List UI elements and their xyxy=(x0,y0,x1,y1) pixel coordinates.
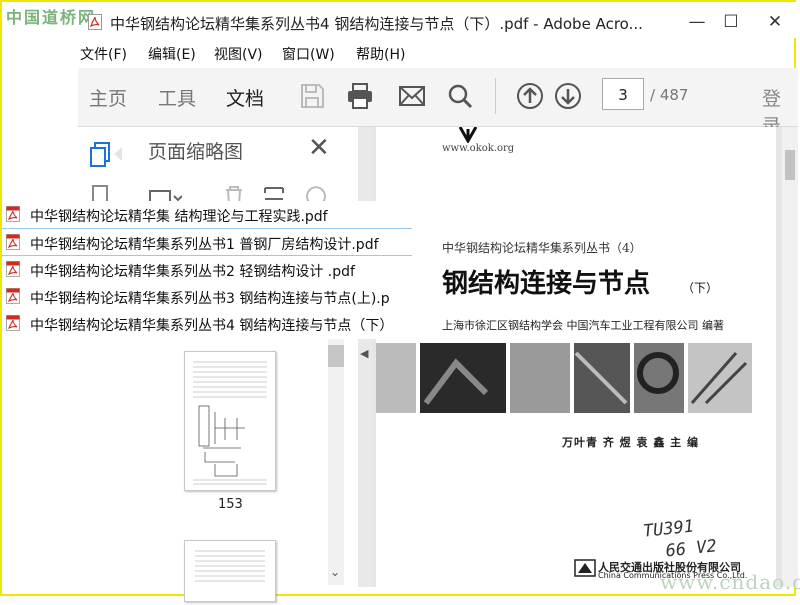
file-item[interactable]: 中华钢结构论坛精华集系列丛书1 普钢厂房结构设计.pdf xyxy=(2,228,412,256)
page-thumbnail[interactable] xyxy=(184,540,276,602)
file-list: 中华钢结构论坛精华集 结构理论与工程实践.pdf 中华钢结构论坛精华集系列丛书1… xyxy=(2,201,412,339)
save-icon[interactable] xyxy=(296,80,328,112)
document-view[interactable]: www.okok.org 中华钢结构论坛精华集系列丛书（4） 钢结构连接与节点 … xyxy=(372,127,798,587)
maximize-button[interactable]: ☐ xyxy=(716,8,746,36)
publisher-logo xyxy=(574,559,596,577)
search-icon[interactable] xyxy=(444,80,476,112)
pdf-file-icon xyxy=(6,234,20,250)
thumbnails-panel: 页面缩略图 ✕ 153 ⌄ xyxy=(122,127,359,602)
pdf-file-icon xyxy=(6,261,20,277)
page-thumbnail[interactable] xyxy=(184,351,276,491)
thumbnail-scroll-thumb[interactable] xyxy=(328,345,344,367)
document-series: 中华钢结构论坛精华集系列丛书（4） xyxy=(442,241,642,255)
document-page: www.okok.org 中华钢结构论坛精华集系列丛书（4） 钢结构连接与节点 … xyxy=(376,127,776,587)
menu-window[interactable]: 窗口(W) xyxy=(282,44,335,64)
title-bar: 中国道桥网 中华钢结构论坛精华集系列丛书4 钢结构连接与节点（下）.pdf - … xyxy=(2,2,798,38)
document-title-suffix: （下） xyxy=(682,281,719,295)
minimize-button[interactable]: — xyxy=(682,8,712,36)
left-icon-rail xyxy=(78,127,123,587)
mail-icon[interactable] xyxy=(396,80,428,112)
cover-photo-strip xyxy=(376,343,752,413)
file-item[interactable]: 中华钢结构论坛精华集系列丛书3 钢结构连接与节点(上).p xyxy=(2,283,412,309)
thumbnail-drawing xyxy=(193,361,267,485)
pdf-file-icon xyxy=(6,288,20,304)
logo-mark xyxy=(458,127,478,143)
toolbar: 主页 工具 文档 3 / 487 登录 xyxy=(78,68,798,137)
pdf-file-icon xyxy=(6,206,20,222)
close-button[interactable]: ✕ xyxy=(760,8,790,36)
pdf-file-icon xyxy=(6,315,20,331)
file-name: 中华钢结构论坛精华集系列丛书2 轻钢结构设计 .pdf xyxy=(30,264,355,280)
file-item[interactable]: 中华钢结构论坛精华集系列丛书4 钢结构连接与节点（下） xyxy=(2,310,412,336)
document-title: 钢结构连接与节点 xyxy=(442,269,651,299)
print-icon[interactable] xyxy=(344,80,376,112)
watermark-bottom: www.cndao.com xyxy=(660,570,800,594)
toolbar-separator xyxy=(495,78,496,114)
page-down-icon[interactable] xyxy=(552,80,584,112)
file-item[interactable]: 中华钢结构论坛精华集 结构理论与工程实践.pdf xyxy=(2,201,412,227)
file-name: 中华钢结构论坛精华集 结构理论与工程实践.pdf xyxy=(30,209,328,225)
file-name: 中华钢结构论坛精华集系列丛书4 钢结构连接与节点（下） xyxy=(30,318,394,334)
page-number-input[interactable]: 3 xyxy=(602,78,644,110)
menu-help[interactable]: 帮助(H) xyxy=(356,44,405,64)
document-url: www.okok.org xyxy=(442,143,515,154)
page-up-icon[interactable] xyxy=(514,80,546,112)
menu-file[interactable]: 文件(F) xyxy=(80,44,127,64)
file-name: 中华钢结构论坛精华集系列丛书1 普钢厂房结构设计.pdf xyxy=(30,237,379,253)
panel-pointer-icon xyxy=(114,147,122,161)
tab-document[interactable]: 文档 xyxy=(226,84,264,111)
document-scroll-thumb[interactable] xyxy=(785,150,795,180)
document-editors: 万叶青 齐 煜 袁 鑫 主 编 xyxy=(562,436,699,449)
thumbnail-drawing xyxy=(195,550,265,582)
handwritten-note: TU391 66 V2 xyxy=(642,516,718,564)
tab-home[interactable]: 主页 xyxy=(89,84,127,111)
document-org: 上海市徐汇区钢结构学会 中国汽车工业工程有限公司 编著 xyxy=(442,319,724,332)
panel-close-icon[interactable]: ✕ xyxy=(308,133,330,163)
scroll-down-arrow-icon[interactable]: ⌄ xyxy=(330,565,340,579)
file-item[interactable]: 中华钢结构论坛精华集系列丛书2 轻钢结构设计 .pdf xyxy=(2,256,412,282)
menu-edit[interactable]: 编辑(E) xyxy=(148,44,196,64)
page-thumbnails-icon[interactable] xyxy=(88,141,112,169)
pdf-file-icon xyxy=(88,14,102,30)
panel-splitter[interactable]: ◀ xyxy=(358,127,372,587)
file-name: 中华钢结构论坛精华集系列丛书3 钢结构连接与节点(上).p xyxy=(30,291,390,307)
panel-title: 页面缩略图 xyxy=(148,141,244,163)
collapse-panel-icon[interactable]: ◀ xyxy=(360,347,368,360)
menu-view[interactable]: 视图(V) xyxy=(214,44,263,64)
thumbnail-page-label: 153 xyxy=(218,497,243,512)
menu-bar: 文件(F) 编辑(E) 视图(V) 窗口(W) 帮助(H) xyxy=(80,40,798,68)
document-scrollbar[interactable] xyxy=(782,127,798,587)
watermark-top: 中国道桥网 xyxy=(6,8,97,27)
window-title: 中华钢结构论坛精华集系列丛书4 钢结构连接与节点（下）.pdf - Adobe … xyxy=(110,15,643,33)
page-total: / 487 xyxy=(650,86,689,104)
tab-tools[interactable]: 工具 xyxy=(158,84,196,111)
